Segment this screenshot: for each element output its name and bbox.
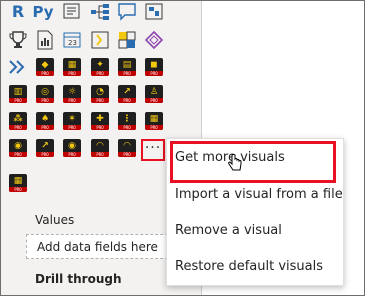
calendar-svg: 23 (63, 32, 81, 48)
trophy-svg (9, 31, 27, 48)
decomposition-tree-svg (91, 4, 109, 20)
qa-visual-icon[interactable] (116, 1, 138, 23)
paginated-report-svg (37, 30, 53, 50)
values-label: Values (35, 213, 75, 227)
power-apps-icon[interactable] (116, 29, 138, 51)
r-script-visual-icon[interactable]: R (7, 1, 29, 23)
power-automate-svg (91, 31, 109, 49)
values-field-well[interactable]: Add data fields here (26, 234, 188, 259)
key-influencers-icon[interactable] (143, 1, 165, 23)
custom-visual-icon[interactable]: ✶ PRO (61, 110, 83, 132)
menu-item-restore-defaults[interactable]: Restore default visuals (175, 259, 323, 274)
metrics-icon[interactable] (143, 29, 165, 51)
calendar-visual-icon[interactable]: 23 (61, 29, 83, 51)
custom-visual-icon[interactable]: ✦ PRO (89, 56, 111, 78)
custom-visual-icon[interactable]: ✚ PRO (89, 110, 111, 132)
custom-visual-icon[interactable]: ◔ PRO (89, 83, 111, 105)
custom-visual-icon[interactable]: ◉ PRO (61, 137, 83, 159)
r-script-glyph: R (11, 2, 25, 21)
python-glyph: Py (32, 3, 54, 21)
power-automate-chevron-icon[interactable] (7, 56, 29, 78)
more-options-button[interactable]: ··· (141, 139, 165, 161)
menu-item-import-visual[interactable]: Import a visual from a file (175, 187, 343, 202)
custom-visual-icon[interactable]: ♙ PRO (143, 83, 165, 105)
custom-visual-icon[interactable]: ▦ PRO (61, 56, 83, 78)
custom-visual-icon[interactable]: ☼ PRO (61, 83, 83, 105)
svg-text:23: 23 (68, 39, 77, 47)
custom-visual-icon[interactable]: ◎ PRO (34, 83, 56, 105)
trophy-icon[interactable] (7, 29, 29, 51)
smart-narrative-icon[interactable] (61, 1, 83, 23)
smart-narrative-svg (63, 3, 80, 19)
paginated-report-icon[interactable] (34, 29, 56, 51)
custom-visual-icon[interactable]: ⋮ PRO (116, 110, 138, 132)
more-options-icon: ··· (144, 140, 162, 156)
power-apps-svg (118, 31, 136, 49)
custom-visual-icon[interactable]: ◠ PRO (116, 137, 138, 159)
python-visual-icon[interactable]: Py (32, 1, 54, 23)
custom-visual-icon[interactable]: ↗ PRO (34, 137, 56, 159)
custom-visual-icon[interactable]: ▦ PRO (143, 110, 165, 132)
field-well-placeholder: Add data fields here (37, 240, 158, 254)
decomposition-tree-icon[interactable] (89, 1, 111, 23)
custom-visual-icon[interactable]: ◉ PRO (7, 137, 29, 159)
custom-visual-icon[interactable]: ◆ PRO (34, 56, 56, 78)
custom-visual-icon[interactable]: ♠ PRO (34, 110, 56, 132)
custom-visual-icon[interactable]: ▥ PRO (7, 83, 29, 105)
diamond-svg (144, 30, 164, 50)
power-automate-icon[interactable] (89, 29, 111, 51)
custom-visual-icon[interactable]: ◠ PRO (89, 137, 111, 159)
chevron-svg (9, 60, 25, 74)
drill-through-label: Drill through (35, 272, 122, 286)
key-influencers-svg (145, 3, 163, 20)
highlight-box (170, 141, 336, 183)
hand-cursor-icon (228, 154, 242, 171)
chat-bubble-svg (118, 3, 136, 21)
custom-visual-icon[interactable]: ◼ PRO (143, 56, 165, 78)
custom-visual-icon[interactable]: ⁂ PRO (7, 110, 29, 132)
custom-visual-icon[interactable]: ↗ PRO (116, 83, 138, 105)
menu-item-remove-visual[interactable]: Remove a visual (175, 223, 282, 238)
custom-visual-icon[interactable]: ▤ PRO (116, 56, 138, 78)
custom-visual-icon[interactable]: ▦ PRO (7, 172, 29, 194)
